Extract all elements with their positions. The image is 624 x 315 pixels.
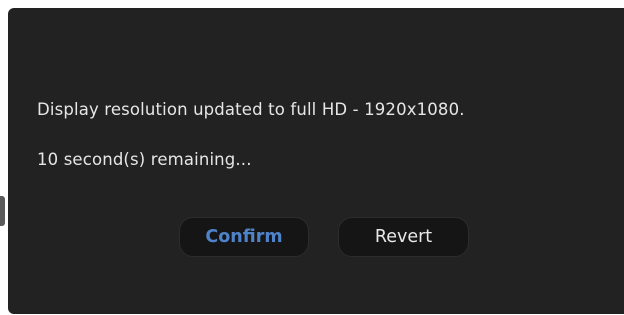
screen: Display resolution updated to full HD - … (0, 0, 624, 315)
resolution-message: Display resolution updated to full HD - … (37, 100, 465, 119)
countdown-message: 10 second(s) remaining... (37, 150, 252, 169)
window-edge-handle (0, 196, 5, 226)
resolution-confirm-dialog: Display resolution updated to full HD - … (8, 8, 624, 314)
confirm-button[interactable]: Confirm (179, 217, 309, 257)
revert-button[interactable]: Revert (338, 217, 469, 257)
